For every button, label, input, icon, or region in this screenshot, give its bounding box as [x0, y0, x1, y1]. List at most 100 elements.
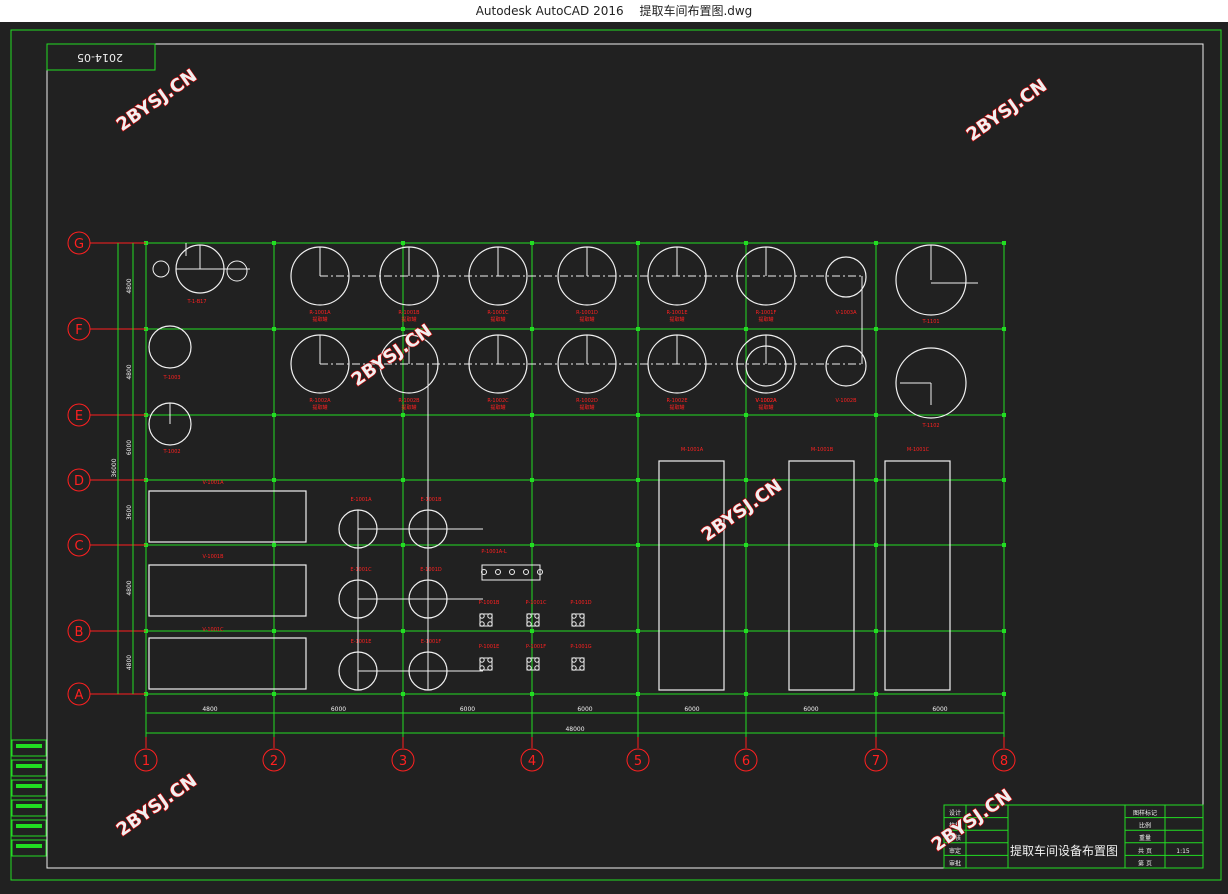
equipment-tag: P-1001B — [479, 600, 500, 606]
equipment-tag: R-1002D — [576, 398, 598, 404]
tb-left-label: 审批 — [949, 859, 961, 867]
equipment-desc: 提取罐 — [758, 404, 773, 411]
grid-node — [530, 327, 534, 331]
total-dim: 48000 — [565, 726, 584, 733]
pump-skid — [479, 613, 493, 627]
pump-rack — [481, 564, 541, 581]
grid-node — [874, 413, 878, 417]
tb-right-label: 比例 — [1139, 822, 1151, 830]
column-grid — [120, 241, 1006, 696]
side-strip-mark — [16, 844, 42, 848]
row-dim: 4800 — [126, 580, 133, 595]
side-strip-mark — [16, 784, 42, 788]
rect-tank — [148, 564, 307, 617]
tall-unit — [788, 460, 855, 691]
grid-node — [874, 543, 878, 547]
equipment-tag: M-1001B — [811, 447, 834, 453]
bay-dim: 6000 — [684, 706, 699, 713]
watermark-text: 2BYSJ.CN — [113, 65, 201, 136]
bay-dim: 6000 — [803, 706, 818, 713]
column-axis-label: 4 — [528, 754, 536, 769]
grid-node — [744, 413, 748, 417]
total-v-dim: 36000 — [111, 458, 118, 477]
cad-drawing[interactable]: 2014-05 R-1001A提取罐R-1002A提取罐R-1001B提取罐R-… — [0, 22, 1228, 890]
equipment-tag: V-1001B — [202, 554, 224, 560]
equipment-desc: 提取罐 — [312, 404, 327, 411]
rect-tank — [148, 490, 307, 543]
column-axis-label: 8 — [1000, 754, 1008, 769]
tall-unit — [658, 460, 725, 691]
equipment-tag: R-1001B — [398, 310, 420, 316]
grid-node — [1002, 327, 1006, 331]
equipment-tag: T-1101 — [921, 319, 939, 325]
equipment-desc: 提取罐 — [579, 316, 594, 323]
equipment-tag: P-1001G — [570, 644, 591, 650]
equipment-tag: P-1001D — [570, 600, 591, 606]
equipment-tag: V-1003A — [835, 310, 857, 316]
equipment-desc: 提取罐 — [669, 404, 684, 411]
row-axis-label: B — [75, 625, 84, 640]
pump-skid — [571, 657, 585, 671]
equipment-desc: 提取罐 — [312, 316, 327, 323]
equipment-layer: R-1001A提取罐R-1002A提取罐R-1001B提取罐R-1002B提取罐… — [148, 243, 978, 691]
row-dim: 6000 — [126, 440, 133, 455]
equipment-desc: 提取罐 — [401, 316, 416, 323]
pump — [509, 569, 515, 575]
watermark-text: 2BYSJ.CN — [963, 75, 1051, 146]
grid-node — [1002, 478, 1006, 482]
equipment-tag: R-1002B — [398, 398, 420, 404]
grid-node — [272, 413, 276, 417]
side-strip-mark — [16, 804, 42, 808]
rect-tank — [148, 637, 307, 690]
pump-skid — [479, 657, 493, 671]
bay-dim: 6000 — [932, 706, 947, 713]
side-strip-mark — [16, 764, 42, 768]
equipment-tag: V-1001C — [202, 627, 224, 633]
small-vessel — [152, 260, 170, 278]
grid-node — [530, 629, 534, 633]
small-vessel — [825, 256, 867, 298]
outer-border — [10, 29, 1222, 881]
grid-node — [401, 478, 405, 482]
equipment-tag: P-1001A-L — [481, 549, 507, 555]
grid-node — [401, 413, 405, 417]
equipment-tag: R-1002A — [309, 398, 331, 404]
row-axis-label: G — [74, 237, 84, 252]
equipment-tag: R-1001D — [576, 310, 598, 316]
watermark-text: 2BYSJ.CN — [113, 770, 201, 841]
grid-node — [636, 478, 640, 482]
equipment-tag: R-1002E — [667, 398, 688, 404]
axis-bubbles: 1 2 3 4 5 6 7 8 G F E D C B A — [67, 231, 1016, 772]
grid-node — [401, 241, 405, 245]
equipment-tag: E-1001E — [351, 639, 372, 645]
bay-dim: 6000 — [577, 706, 592, 713]
equipment-tag: E-1001C — [350, 567, 372, 573]
file-name: 提取车间布置图.dwg — [639, 4, 753, 18]
grid-node — [744, 543, 748, 547]
grid-node — [636, 241, 640, 245]
pump-skid — [571, 613, 585, 627]
grid-node — [272, 543, 276, 547]
grid-node — [1002, 241, 1006, 245]
row-axis-label: E — [75, 409, 83, 424]
grid-node — [272, 478, 276, 482]
pump — [523, 569, 529, 575]
drawing-canvas[interactable]: 2014-05 R-1001A 提取罐 R-1002A 提取罐 R-1001B 提取罐 R-… — [0, 22, 1228, 890]
row-axis-label: D — [74, 474, 84, 489]
tb-right-label: 共 页 — [1138, 847, 1152, 855]
equipment-desc: 提取罐 — [401, 404, 416, 411]
vessel — [148, 325, 192, 369]
column-axis-label: 2 — [270, 754, 278, 769]
grid-node — [636, 629, 640, 633]
grid-node — [272, 241, 276, 245]
equipment-tag: E-1001F — [421, 639, 442, 645]
bay-dim: 6000 — [460, 706, 475, 713]
drawing-frame: 2014-05 — [10, 29, 1222, 881]
small-vessel — [825, 345, 867, 387]
equipment-desc: 提取罐 — [669, 316, 684, 323]
grid-node — [1002, 629, 1006, 633]
watermark-text: 2BYSJ.CN — [698, 475, 786, 546]
dimension-lines: 4800 6000 6000 6000 6000 6000 6000 48000 4800 480… — [111, 243, 1005, 737]
date-stamp: 2014-05 — [77, 51, 123, 64]
watermark-text: 2BYSJ.CN — [348, 320, 436, 391]
